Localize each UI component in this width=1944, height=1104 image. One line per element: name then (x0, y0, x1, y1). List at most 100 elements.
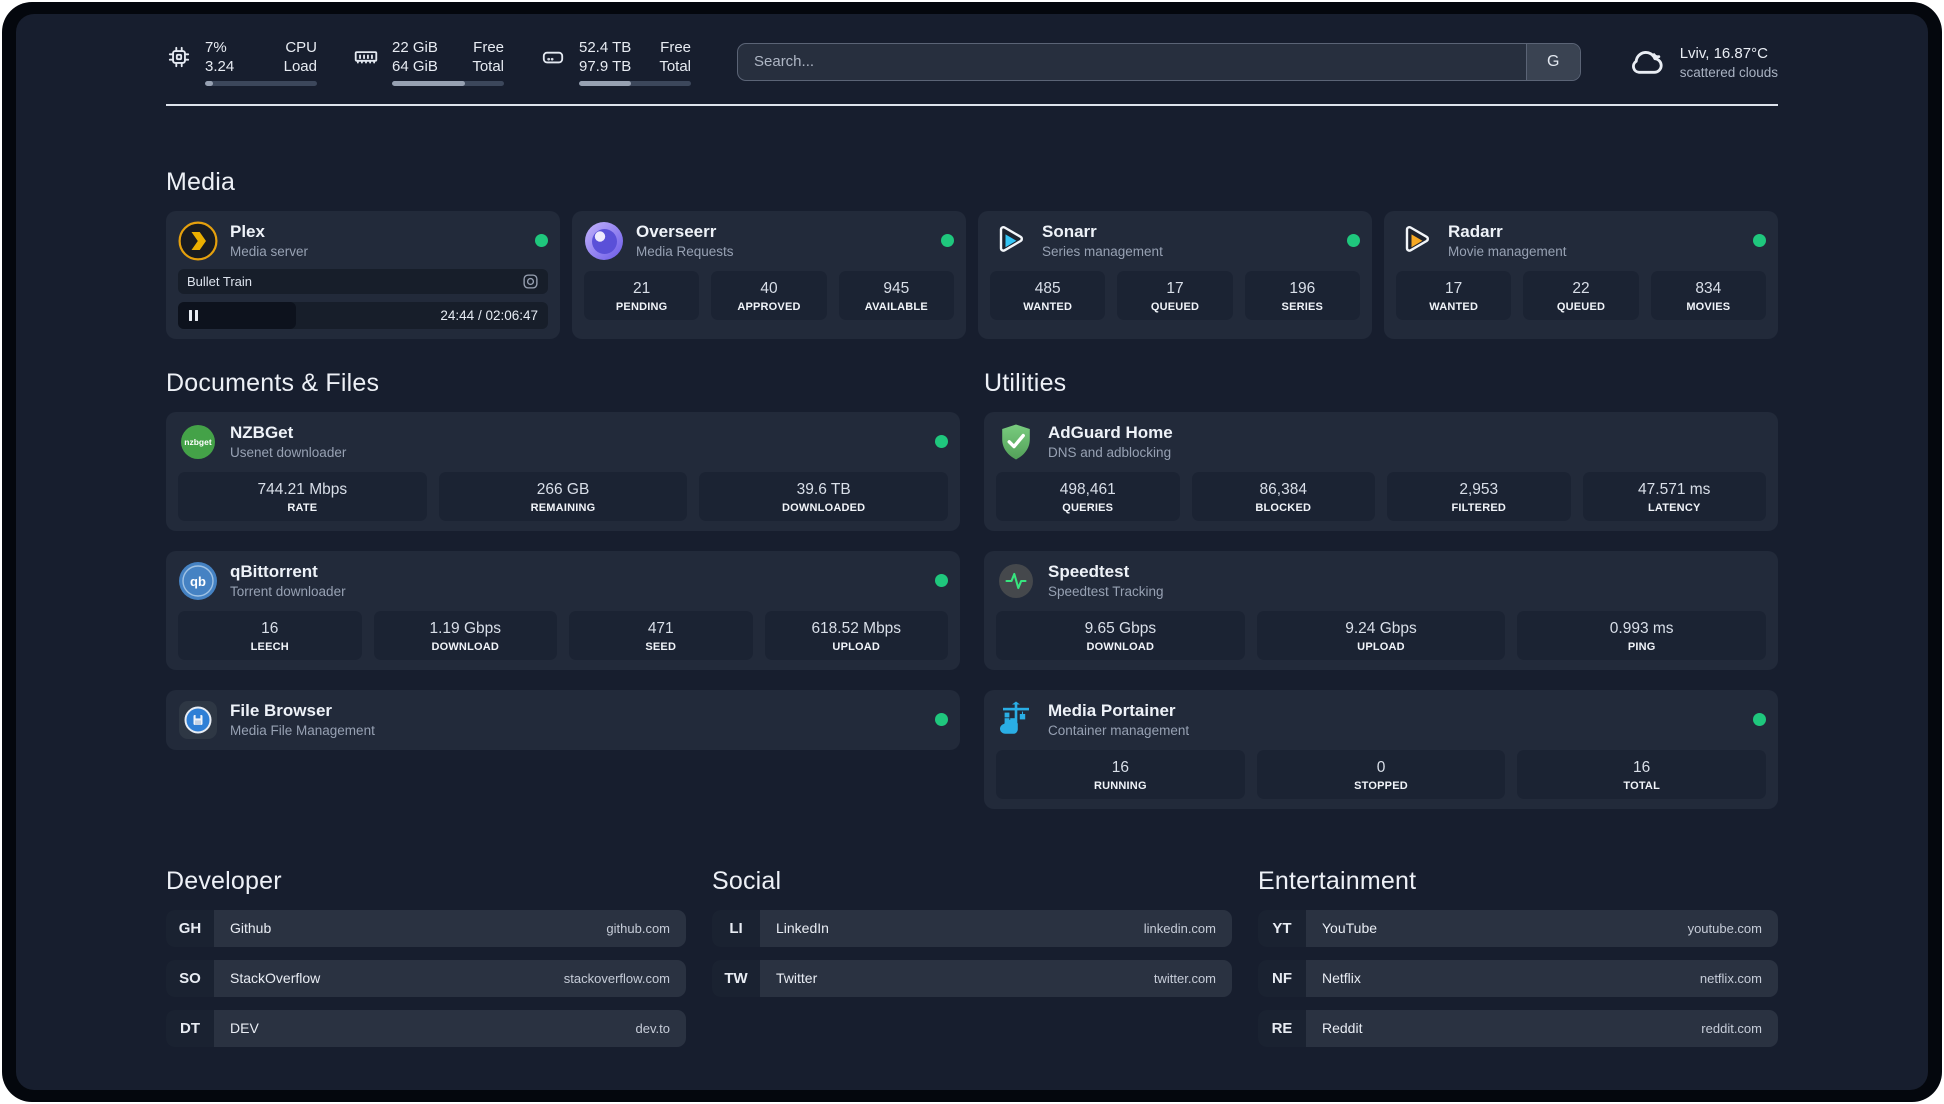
cpu-usage-value: 7% (205, 39, 227, 56)
bookmark-dev[interactable]: DT DEV dev.to (166, 1009, 686, 1047)
stat-value: 9.65 Gbps (1084, 619, 1157, 637)
service-description: Movie management (1448, 244, 1567, 259)
cpu-stat: 7% CPU 3.24 Load (166, 38, 317, 86)
stat-tile: 2,953 FILTERED (1387, 471, 1571, 521)
stat-tile: 485 WANTED (990, 270, 1106, 320)
disk-free-label: Free (660, 39, 691, 56)
overseerr-icon (585, 221, 623, 260)
service-description: Speedtest Tracking (1048, 584, 1164, 599)
stat-label: TOTAL (1623, 779, 1660, 792)
search-input[interactable] (738, 43, 1526, 80)
service-card-sonarr[interactable]: Sonarr Series management 485 WANTED 17 Q… (978, 210, 1372, 339)
dashboard-background: 7% CPU 3.24 Load 22 GiB Free 64 GiB Tota… (16, 14, 1928, 1090)
service-description: Media server (230, 244, 309, 259)
section-title-entertainment: Entertainment (1258, 866, 1417, 895)
stat-label: PENDING (615, 300, 668, 313)
stat-label: BLOCKED (1255, 501, 1312, 514)
service-description: Torrent downloader (230, 584, 346, 599)
service-card-nzbget[interactable]: nzbget NZBGet Usenet downloader 744.21 M… (166, 411, 960, 531)
memory-stat: 22 GiB Free 64 GiB Total (353, 38, 504, 86)
stat-label: DOWNLOAD (1086, 640, 1155, 653)
stat-value: 498,461 (1059, 480, 1116, 498)
bookmark-github[interactable]: GH Github github.com (166, 909, 686, 947)
status-dot (941, 234, 954, 247)
stat-label: PING (1627, 640, 1656, 653)
stat-value: 945 (883, 279, 910, 297)
bookmark-linkedin[interactable]: LI LinkedIn linkedin.com (712, 909, 1232, 947)
service-name: Media Portainer (1048, 701, 1176, 720)
service-card-filebrowser[interactable]: File Browser Media File Management (166, 689, 960, 750)
memory-progress-bar (392, 81, 504, 86)
stat-tile: 0.993 ms PING (1517, 610, 1767, 660)
stat-value: 86,384 (1259, 480, 1307, 498)
stat-tile: 266 GB REMAINING (438, 471, 688, 521)
header-divider (166, 103, 1778, 106)
bookmark-youtube[interactable]: YT YouTube youtube.com (1258, 909, 1778, 947)
search-bar: G (737, 42, 1581, 81)
stat-label: QUEUED (1150, 300, 1200, 313)
service-card-qbittorrent[interactable]: qb qBittorrent Torrent downloader 16 LEE… (166, 550, 960, 670)
service-card-speedtest[interactable]: Speedtest Speedtest Tracking 9.65 Gbps D… (984, 550, 1778, 670)
service-card-portainer[interactable]: Media Portainer Container management 16 … (984, 689, 1778, 809)
stat-tile: 471 SEED (569, 610, 753, 660)
disk-total-label: Total (659, 58, 691, 75)
section-developer: Developer GH Github github.com SO StackO… (166, 867, 686, 1047)
service-name: AdGuard Home (1048, 423, 1173, 442)
stat-value: 16 (1111, 758, 1129, 776)
service-name: Plex (230, 222, 265, 241)
speedtest-icon (999, 563, 1033, 598)
status-dot (935, 713, 948, 726)
bookmark-stackoverflow[interactable]: SO StackOverflow stackoverflow.com (166, 959, 686, 997)
service-description: Media File Management (230, 723, 375, 738)
stat-value: 0 (1376, 758, 1386, 776)
stat-value: 618.52 Mbps (811, 619, 902, 637)
service-card-adguard[interactable]: AdGuard Home DNS and adblocking 498,461 … (984, 411, 1778, 531)
stat-value: 834 (1695, 279, 1722, 297)
stat-label: MOVIES (1686, 300, 1731, 313)
search-provider-button[interactable]: G (1525, 43, 1580, 80)
bookmark-twitter[interactable]: TW Twitter twitter.com (712, 959, 1232, 997)
bookmark-url: netflix.com (1699, 970, 1762, 986)
bookmark-name: Twitter (776, 970, 818, 986)
service-name: Speedtest (1048, 562, 1130, 581)
playback-state (178, 301, 296, 329)
stat-tile: 834 MOVIES (1650, 270, 1766, 320)
service-card-overseerr[interactable]: Overseerr Media Requests 21 PENDING 40 A… (572, 210, 966, 339)
stat-tile: 744.21 Mbps RATE (178, 471, 427, 521)
status-dot (1347, 234, 1360, 247)
status-dot (1753, 713, 1766, 726)
service-name: qBittorrent (230, 562, 318, 581)
bookmark-reddit[interactable]: RE Reddit reddit.com (1258, 1009, 1778, 1047)
radarr-icon (1405, 225, 1429, 252)
status-dot (935, 435, 948, 448)
stat-value: 196 (1289, 279, 1316, 297)
stat-label: WANTED (1023, 300, 1073, 313)
stat-label: STOPPED (1354, 779, 1408, 792)
header: 7% CPU 3.24 Load 22 GiB Free 64 GiB Tota… (166, 38, 1778, 86)
stat-label: RUNNING (1093, 779, 1147, 792)
stat-tile: 16 LEECH (178, 610, 362, 660)
section-media: Media Plex Media server Bullet Train 24:… (166, 168, 1778, 339)
section-utilities: Utilities AdGuard Home DNS and adblockin… (984, 369, 1778, 809)
service-card-plex[interactable]: Plex Media server Bullet Train 24:44 / 0… (166, 210, 560, 339)
stat-label: QUERIES (1062, 501, 1114, 514)
service-description: Series management (1042, 244, 1163, 259)
stat-label: QUEUED (1556, 300, 1606, 313)
disk-icon (542, 51, 564, 64)
stat-value: 266 GB (536, 480, 590, 498)
memory-free-label: Free (473, 39, 504, 56)
stat-value: 16 (261, 619, 279, 637)
service-card-radarr[interactable]: Radarr Movie management 17 WANTED 22 QUE… (1384, 210, 1778, 339)
bookmark-netflix[interactable]: NF Netflix netflix.com (1258, 959, 1778, 997)
stat-tile: 0 STOPPED (1256, 749, 1506, 799)
pause-icon (189, 309, 198, 321)
memory-total-label: Total (472, 58, 504, 75)
service-description: DNS and adblocking (1048, 445, 1172, 460)
service-name: Sonarr (1042, 222, 1097, 241)
dashboard-content: 7% CPU 3.24 Load 22 GiB Free 64 GiB Tota… (166, 38, 1778, 1047)
stat-label: DOWNLOADED (782, 501, 866, 514)
stat-value: 485 (1034, 279, 1061, 297)
stat-label: LEECH (250, 640, 289, 653)
bookmark-name: YouTube (1322, 920, 1378, 936)
bookmark-url: dev.to (635, 1020, 670, 1036)
